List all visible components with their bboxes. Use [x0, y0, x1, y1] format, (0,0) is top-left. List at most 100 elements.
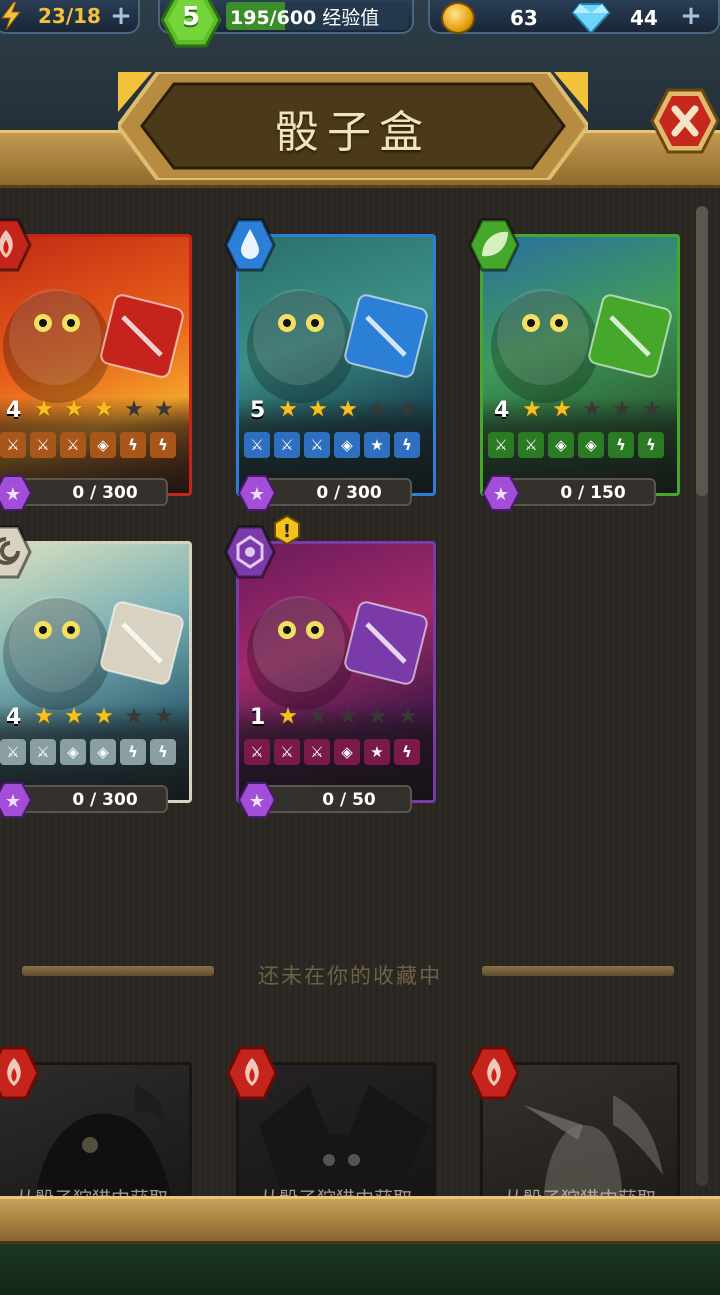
dice-faces: ⚔ ⚔ ⚔ ◈ ★ ϟ	[244, 739, 420, 765]
card-progress-bar: ★ 0 / 150	[482, 475, 656, 511]
dice-card-air[interactable]: 4 ★ ★ ★ ★ ★ ⚔ ⚔ ◈ ◈ ϟ ϟ ★ 0 / 300	[0, 525, 192, 818]
bolt-face-icon: ϟ	[120, 432, 146, 458]
shield-face-icon: ◈	[90, 739, 116, 765]
star-icon: ★	[124, 704, 144, 729]
sword-face-icon: ⚔	[488, 432, 514, 458]
star-icon: ★	[398, 397, 418, 422]
dice-faces: ⚔ ⚔ ⚔ ◈ ★ ϟ	[244, 432, 420, 458]
alert-icon: !	[274, 515, 300, 545]
star-icon: ★	[154, 704, 174, 729]
sword-face-icon: ⚔	[30, 432, 56, 458]
sword-face-icon: ⚔	[60, 432, 86, 458]
star-icon: ★	[338, 704, 358, 729]
star-icon: ★	[94, 397, 114, 422]
star-icon: ★	[368, 704, 388, 729]
purple-gem-icon: ★	[238, 475, 276, 511]
star-icon: ★	[582, 397, 602, 422]
svg-text:!: !	[283, 521, 291, 542]
star-icon: ★	[552, 397, 572, 422]
card-level: 4	[494, 398, 510, 423]
dice-faces: ⚔ ⚔ ⚔ ◈ ϟ ϟ	[0, 432, 176, 458]
star-icon: ★	[34, 397, 54, 422]
sword-face-icon: ⚔	[244, 432, 270, 458]
sword-face-icon: ⚔	[304, 432, 330, 458]
svg-text:★: ★	[493, 484, 509, 505]
card-progress-text: 0 / 300	[72, 790, 138, 810]
star-icon: ★	[64, 397, 84, 422]
card-progress-text: 0 / 300	[316, 483, 382, 503]
svg-text:★: ★	[5, 791, 21, 812]
star-icon: ★	[308, 704, 328, 729]
section-title-not-collected: 还未在你的收藏中	[258, 964, 442, 988]
star-rating: ★ ★ ★ ★ ★	[30, 705, 178, 729]
bolt-face-icon: ϟ	[638, 432, 664, 458]
bolt-face-icon: ϟ	[150, 432, 176, 458]
star-rating: ★ ★ ★ ★ ★	[518, 398, 666, 422]
scrollbar-thumb[interactable]	[696, 206, 708, 496]
scrollbar[interactable]	[696, 206, 708, 1186]
star-icon: ★	[308, 397, 328, 422]
diamond-icon	[572, 3, 610, 34]
star-face-icon: ★	[364, 739, 390, 765]
svg-text:★: ★	[5, 484, 21, 505]
xp-value: 195/600	[230, 7, 317, 29]
coin-icon	[441, 2, 475, 34]
add-gems-button[interactable]: +	[680, 3, 702, 29]
shield-face-icon: ◈	[90, 432, 116, 458]
svg-text:★: ★	[249, 791, 265, 812]
shield-face-icon: ◈	[334, 432, 360, 458]
card-level: 4	[6, 398, 22, 423]
coin-value: 63	[510, 6, 538, 30]
dice-card-water[interactable]: 5 ★ ★ ★ ★ ★ ⚔ ⚔ ⚔ ◈ ★ ϟ ★ 0 / 300	[224, 218, 436, 511]
nature-element-icon	[468, 218, 520, 272]
close-button[interactable]	[650, 88, 720, 154]
dice-card-fire[interactable]: 4 ★ ★ ★ ★ ★ ⚔ ⚔ ⚔ ◈ ϟ ϟ ★ 0 / 300	[0, 218, 192, 511]
arcane-element-icon	[224, 525, 276, 579]
dice-faces: ⚔ ⚔ ◈ ◈ ϟ ϟ	[0, 739, 176, 765]
star-icon: ★	[522, 397, 542, 422]
fire-element-icon	[226, 1046, 278, 1100]
page-title: 骰子盒	[275, 107, 431, 158]
sword-face-icon: ⚔	[304, 739, 330, 765]
star-icon: ★	[154, 397, 174, 422]
add-energy-button[interactable]: +	[110, 3, 132, 29]
dice-faces: ⚔ ⚔ ◈ ◈ ϟ ϟ	[488, 432, 664, 458]
player-level: 5	[181, 2, 201, 32]
card-progress-bar: ★ 0 / 300	[0, 475, 168, 511]
fire-element-icon	[0, 1046, 40, 1100]
bolt-face-icon: ϟ	[394, 432, 420, 458]
sword-face-icon: ⚔	[244, 739, 270, 765]
bolt-face-icon: ϟ	[608, 432, 634, 458]
gem-value: 44	[630, 6, 658, 30]
energy-bolt-icon	[1, 2, 22, 30]
fire-element-icon	[468, 1046, 520, 1100]
star-icon: ★	[64, 704, 84, 729]
top-bar: 23/18 + 5 195/600 经验值 63 44 +	[0, 0, 720, 48]
star-face-icon: ★	[364, 432, 390, 458]
card-progress-text: 0 / 50	[322, 790, 376, 810]
card-progress-bar: ★ 0 / 300	[0, 782, 168, 818]
sword-face-icon: ⚔	[0, 432, 26, 458]
card-progress-bar: ★ 0 / 50	[238, 782, 412, 818]
card-level: 5	[250, 398, 266, 423]
shield-face-icon: ◈	[334, 739, 360, 765]
card-progress-bar: ★ 0 / 300	[238, 475, 412, 511]
bolt-face-icon: ϟ	[120, 739, 146, 765]
star-icon: ★	[368, 397, 388, 422]
card-level: 1	[250, 705, 266, 730]
sword-face-icon: ⚔	[0, 739, 26, 765]
dice-card-nature[interactable]: 4 ★ ★ ★ ★ ★ ⚔ ⚔ ◈ ◈ ϟ ϟ ★ 0 / 150	[468, 218, 680, 511]
star-icon: ★	[612, 397, 632, 422]
fire-element-icon	[0, 218, 32, 272]
purple-gem-icon: ★	[0, 782, 32, 818]
star-icon: ★	[278, 397, 298, 422]
star-rating: ★ ★ ★ ★ ★	[274, 398, 422, 422]
star-icon: ★	[278, 704, 298, 729]
shield-face-icon: ◈	[60, 739, 86, 765]
card-level: 4	[6, 705, 22, 730]
card-progress-text: 0 / 300	[72, 483, 138, 503]
sword-face-icon: ⚔	[274, 432, 300, 458]
purple-gem-icon: ★	[0, 475, 32, 511]
star-icon: ★	[34, 704, 54, 729]
dice-card-arcane[interactable]: 1 ★ ★ ★ ★ ★ ⚔ ⚔ ⚔ ◈ ★ ϟ! ★ 0 / 50	[224, 515, 436, 818]
